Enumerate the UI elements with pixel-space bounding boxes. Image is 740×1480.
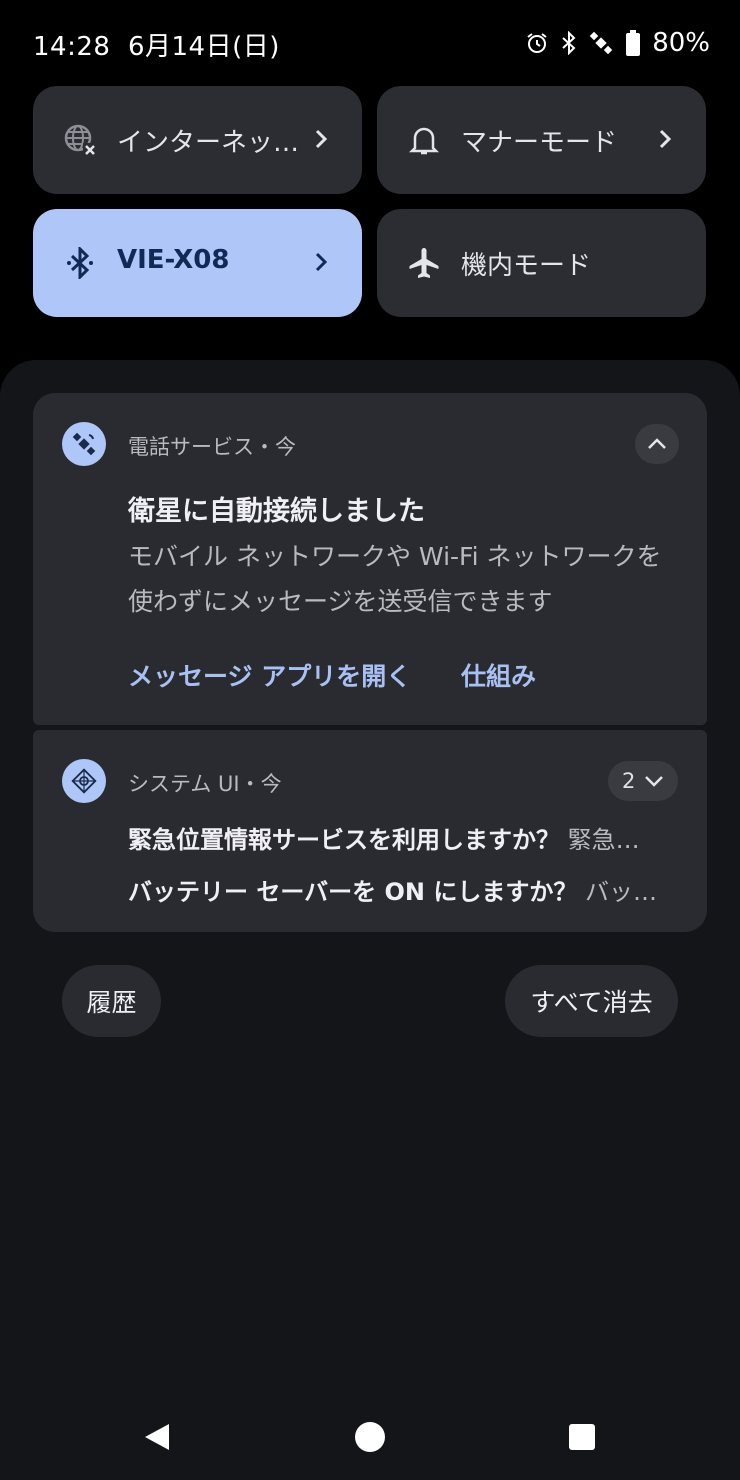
status-date: 6月14日(日) xyxy=(127,32,280,62)
globe-off-icon xyxy=(63,123,97,157)
notification-sub-item[interactable]: 緊急位置情報サービスを利用しますか？ 緊急… xyxy=(128,820,663,855)
tile-silent-mode-label: マナーモード xyxy=(461,128,618,158)
chevron-right-icon xyxy=(308,249,334,275)
status-bar: 14:28 6月14日(日) 80% xyxy=(0,0,740,86)
tile-bluetooth[interactable]: VIE-X08 xyxy=(33,209,362,317)
how-it-works-button[interactable]: 仕組み xyxy=(461,657,536,693)
chevron-down-icon xyxy=(645,776,664,787)
notification-system-ui[interactable]: システム UI・今 2 緊急位置情報サービスを利用しますか？ 緊急… バッテリー… xyxy=(33,730,707,932)
tile-airplane-mode[interactable]: 機内モード xyxy=(377,209,706,317)
tile-internet[interactable]: インターネッ… xyxy=(33,86,362,194)
chevron-up-icon xyxy=(648,438,666,449)
sub-item-title: バッテリー セーバーを ON にしますか？ xyxy=(128,878,578,906)
notification-count: 2 xyxy=(622,769,636,793)
tile-internet-label: インターネッ… xyxy=(117,128,300,158)
home-icon[interactable] xyxy=(354,1421,386,1453)
notification-app-name: システム UI・今 xyxy=(128,772,282,796)
back-icon[interactable] xyxy=(142,1422,172,1452)
chevron-right-icon xyxy=(652,126,678,152)
collapse-button[interactable] xyxy=(635,424,679,464)
expand-group-button[interactable]: 2 xyxy=(608,761,678,801)
satellite-icon xyxy=(62,422,106,466)
bluetooth-icon xyxy=(63,246,97,280)
tile-bluetooth-label: VIE-X08 xyxy=(117,245,230,275)
clear-all-button[interactable]: すべて消去 xyxy=(505,965,678,1037)
location-target-icon xyxy=(62,759,106,803)
alarm-icon xyxy=(524,30,550,56)
sub-item-title: 緊急位置情報サービスを利用しますか？ xyxy=(128,826,560,854)
recents-icon[interactable] xyxy=(568,1423,596,1451)
notification-app-name: 電話サービス・今 xyxy=(128,435,296,459)
airplane-icon xyxy=(407,246,441,280)
notification-body: モバイル ネットワークや Wi-Fi ネットワークを 使わずにメッセージを送受信… xyxy=(128,534,662,624)
status-time: 14:28 xyxy=(33,32,111,62)
battery-percent: 80% xyxy=(652,28,710,58)
tile-airplane-mode-label: 機内モード xyxy=(461,251,592,281)
status-time-date: 14:28 6月14日(日) xyxy=(33,26,280,63)
navigation-bar xyxy=(0,1395,740,1480)
status-icons: 80% xyxy=(524,26,710,60)
bell-icon xyxy=(407,123,441,157)
tile-silent-mode[interactable]: マナーモード xyxy=(377,86,706,194)
satellite-icon xyxy=(588,30,614,56)
notification-body-line: モバイル ネットワークや Wi-Fi ネットワークを xyxy=(128,542,662,571)
sub-item-preview: バッ… xyxy=(584,878,657,906)
battery-icon xyxy=(620,30,646,56)
notification-body-line: 使わずにメッセージを送受信できます xyxy=(128,587,553,616)
notification-sub-item[interactable]: バッテリー セーバーを ON にしますか？ バッ… xyxy=(128,872,663,907)
chevron-right-icon xyxy=(308,126,334,152)
sub-item-preview: 緊急… xyxy=(567,826,640,854)
history-button[interactable]: 履歴 xyxy=(62,965,161,1037)
bluetooth-icon xyxy=(556,30,582,56)
open-messages-button[interactable]: メッセージ アプリを開く xyxy=(128,657,411,693)
notification-satellite[interactable]: 電話サービス・今 衛星に自動接続しました モバイル ネットワークや Wi-Fi … xyxy=(33,393,707,725)
notification-title: 衛星に自動接続しました xyxy=(128,496,425,527)
